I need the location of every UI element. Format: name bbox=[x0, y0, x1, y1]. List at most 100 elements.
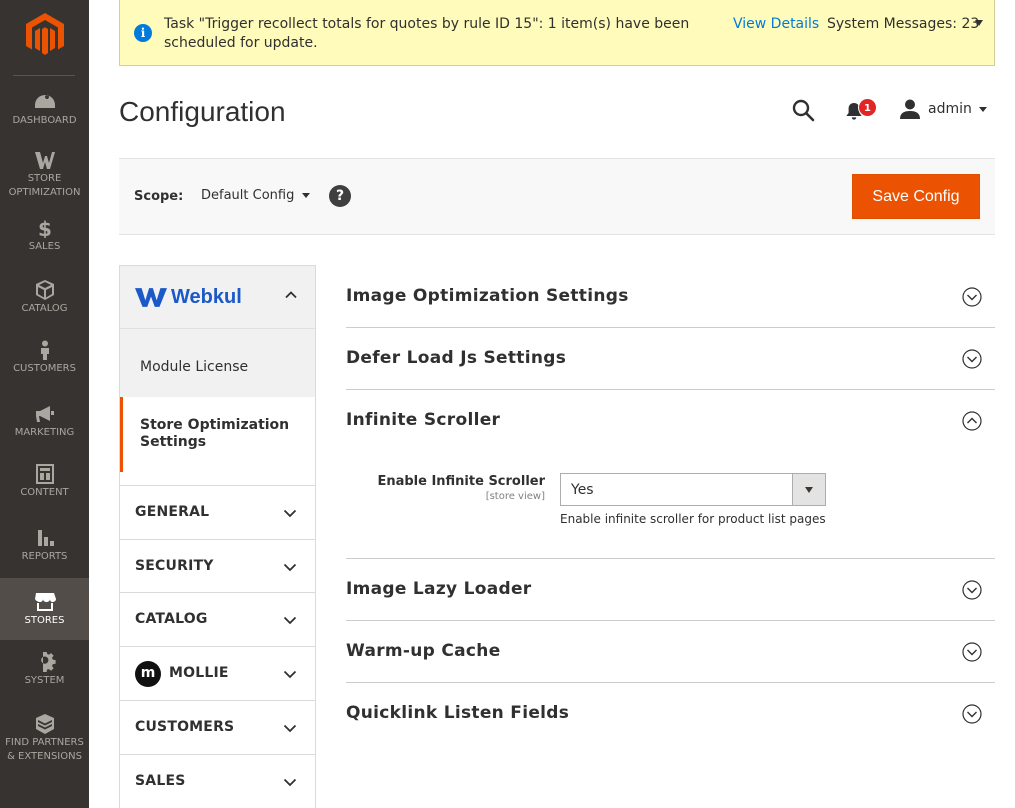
page-title: Configuration bbox=[119, 96, 286, 127]
nav-dashboard-label: DASHBOARD bbox=[12, 115, 77, 126]
dollar-icon: $ bbox=[38, 218, 52, 238]
group-quicklink-listen-fields[interactable]: Quicklink Listen Fields bbox=[346, 683, 995, 745]
group-title: Warm-up Cache bbox=[346, 641, 501, 661]
tab-module-license[interactable]: Module License bbox=[120, 329, 315, 397]
admin-username: admin bbox=[928, 101, 972, 117]
chevron-down-icon bbox=[283, 563, 297, 572]
view-details-link[interactable]: View Details bbox=[733, 16, 819, 32]
nav-catalog-label: CATALOG bbox=[21, 303, 68, 314]
tab-module-license-label: Module License bbox=[140, 359, 249, 375]
circle-chevron-down-icon bbox=[962, 349, 982, 369]
admin-user-menu[interactable]: admin bbox=[900, 98, 987, 120]
chevron-down-icon bbox=[283, 778, 297, 787]
chevron-down-icon bbox=[978, 106, 987, 112]
group-image-optimization-settings[interactable]: Image Optimization Settings bbox=[346, 266, 995, 328]
section-general[interactable]: GENERAL bbox=[120, 485, 315, 539]
section-mollie[interactable]: m MOLLIE bbox=[120, 646, 315, 700]
nav-dashboard[interactable]: DASHBOARD bbox=[0, 92, 89, 154]
help-icon[interactable]: ? bbox=[329, 185, 351, 207]
person-icon bbox=[40, 340, 49, 360]
field-scope-hint: [store view] bbox=[485, 491, 545, 502]
nav-customers[interactable]: CUSTOMERS bbox=[0, 340, 89, 402]
user-icon bbox=[900, 99, 920, 119]
bar-chart-icon bbox=[37, 530, 54, 546]
search-icon[interactable] bbox=[791, 98, 815, 122]
section-customers[interactable]: CUSTOMERS bbox=[120, 700, 315, 754]
dashboard-icon bbox=[34, 95, 55, 108]
circle-chevron-down-icon bbox=[962, 580, 982, 600]
scope-switcher[interactable]: Default Config bbox=[201, 188, 311, 203]
group-title[interactable]: Infinite Scroller bbox=[346, 410, 500, 430]
chevron-up-icon bbox=[285, 291, 297, 299]
nav-marketing[interactable]: MARKETING bbox=[0, 404, 89, 466]
enable-infinite-scroller-label: Enable Infinite Scroller bbox=[377, 474, 545, 489]
nav-stores-label: STORES bbox=[24, 615, 65, 626]
webkul-logo: Webkul bbox=[135, 286, 242, 309]
chevron-down-icon bbox=[283, 670, 297, 679]
admin-sidebar: DASHBOARD STORE OPTIMIZATION $ SALES CAT… bbox=[0, 0, 89, 808]
nav-store-optimization[interactable]: STORE OPTIMIZATION bbox=[0, 150, 89, 212]
gear-icon bbox=[40, 652, 56, 672]
megaphone-icon bbox=[35, 406, 54, 422]
save-config-button[interactable]: Save Config bbox=[852, 174, 980, 219]
nav-sales[interactable]: $ SALES bbox=[0, 218, 89, 280]
webkul-w-icon bbox=[34, 152, 55, 169]
chevron-down-icon bbox=[283, 724, 297, 733]
nav-system-label: SYSTEM bbox=[24, 675, 65, 686]
group-title: Image Optimization Settings bbox=[346, 286, 629, 306]
boxes-icon bbox=[35, 714, 54, 734]
section-security-label: SECURITY bbox=[135, 558, 214, 574]
webkul-label: Webkul bbox=[171, 286, 242, 308]
circle-chevron-down-icon bbox=[962, 287, 982, 307]
select-arrow-icon bbox=[792, 474, 825, 505]
nav-find-partners-label: FIND PARTNERS & EXTENSIONS bbox=[5, 737, 84, 762]
logo-divider bbox=[13, 75, 75, 76]
info-icon: i bbox=[134, 24, 152, 42]
section-catalog[interactable]: CATALOG bbox=[120, 592, 315, 646]
system-message-bar: i Task "Trigger recollect totals for quo… bbox=[119, 0, 995, 66]
nav-find-partners[interactable]: FIND PARTNERS & EXTENSIONS bbox=[0, 714, 89, 776]
tab-store-optimization-settings[interactable]: Store Optimization Settings bbox=[120, 397, 315, 472]
nav-stores[interactable]: STORES bbox=[0, 578, 89, 640]
webkul-tab-header[interactable]: Webkul bbox=[120, 266, 315, 329]
group-image-lazy-loader[interactable]: Image Lazy Loader bbox=[346, 559, 995, 621]
system-messages-toggle[interactable]: System Messages: 23 bbox=[827, 16, 979, 32]
section-catalog-label: CATALOG bbox=[135, 611, 208, 627]
notifications-button[interactable]: 1 bbox=[845, 98, 881, 124]
group-title: Quicklink Listen Fields bbox=[346, 703, 570, 723]
svg-text:$: $ bbox=[38, 218, 52, 238]
scope-label: Scope: bbox=[134, 189, 184, 204]
section-general-label: GENERAL bbox=[135, 504, 210, 520]
webkul-w-icon bbox=[135, 288, 167, 307]
group-warm-up-cache[interactable]: Warm-up Cache bbox=[346, 621, 995, 683]
group-title: Image Lazy Loader bbox=[346, 579, 532, 599]
nav-catalog[interactable]: CATALOG bbox=[0, 280, 89, 342]
nav-system[interactable]: SYSTEM bbox=[0, 652, 89, 714]
magento-logo-icon[interactable] bbox=[26, 13, 64, 57]
circle-chevron-down-icon bbox=[962, 642, 982, 662]
section-security[interactable]: SECURITY bbox=[120, 539, 315, 593]
section-mollie-label: MOLLIE bbox=[169, 665, 229, 681]
enable-infinite-scroller-select[interactable]: Yes bbox=[560, 473, 826, 506]
section-sales-label: SALES bbox=[135, 773, 186, 789]
chevron-down-icon bbox=[283, 616, 297, 625]
nav-marketing-label: MARKETING bbox=[14, 427, 75, 438]
circle-chevron-down-icon bbox=[962, 704, 982, 724]
layout-icon bbox=[35, 464, 54, 484]
field-comment: Enable infinite scroller for product lis… bbox=[560, 512, 826, 526]
section-sales[interactable]: SALES bbox=[120, 754, 315, 808]
notification-count-badge: 1 bbox=[858, 98, 877, 117]
storefront-icon bbox=[34, 593, 56, 611]
chevron-down-icon bbox=[302, 193, 311, 198]
nav-content[interactable]: CONTENT bbox=[0, 464, 89, 526]
select-value: Yes bbox=[571, 482, 594, 498]
scope-toolbar: Scope: Default Config ? Save Config bbox=[119, 158, 995, 235]
circle-chevron-up-icon[interactable] bbox=[962, 411, 982, 431]
tab-store-optimization-settings-label: Store Optimization Settings bbox=[140, 417, 290, 450]
scope-value: Default Config bbox=[201, 188, 295, 203]
config-tabs-panel: Webkul Module License Store Optimization… bbox=[119, 265, 316, 808]
nav-content-label: CONTENT bbox=[20, 487, 69, 498]
chevron-down-icon[interactable] bbox=[975, 20, 983, 26]
group-defer-load-js-settings[interactable]: Defer Load Js Settings bbox=[346, 328, 995, 390]
group-title: Defer Load Js Settings bbox=[346, 348, 567, 368]
